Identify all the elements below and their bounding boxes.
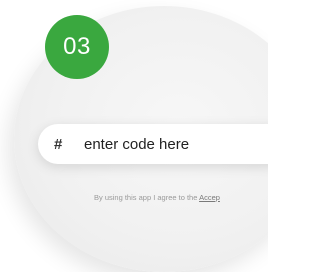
code-input-placeholder: enter code here (84, 135, 190, 153)
step-number: 03 (63, 33, 91, 60)
terms-notice: By using this app I agree to the Accep (94, 193, 266, 202)
hash-icon: # (54, 135, 63, 153)
step-number-badge: 03 (45, 15, 109, 79)
terms-text: By using this app I agree to the (94, 193, 200, 202)
onboarding-step-illustration: 03 # enter code here By using this app I… (0, 0, 268, 272)
code-input-field[interactable]: # enter code here (38, 124, 268, 164)
terms-link[interactable]: Accep (199, 193, 220, 202)
